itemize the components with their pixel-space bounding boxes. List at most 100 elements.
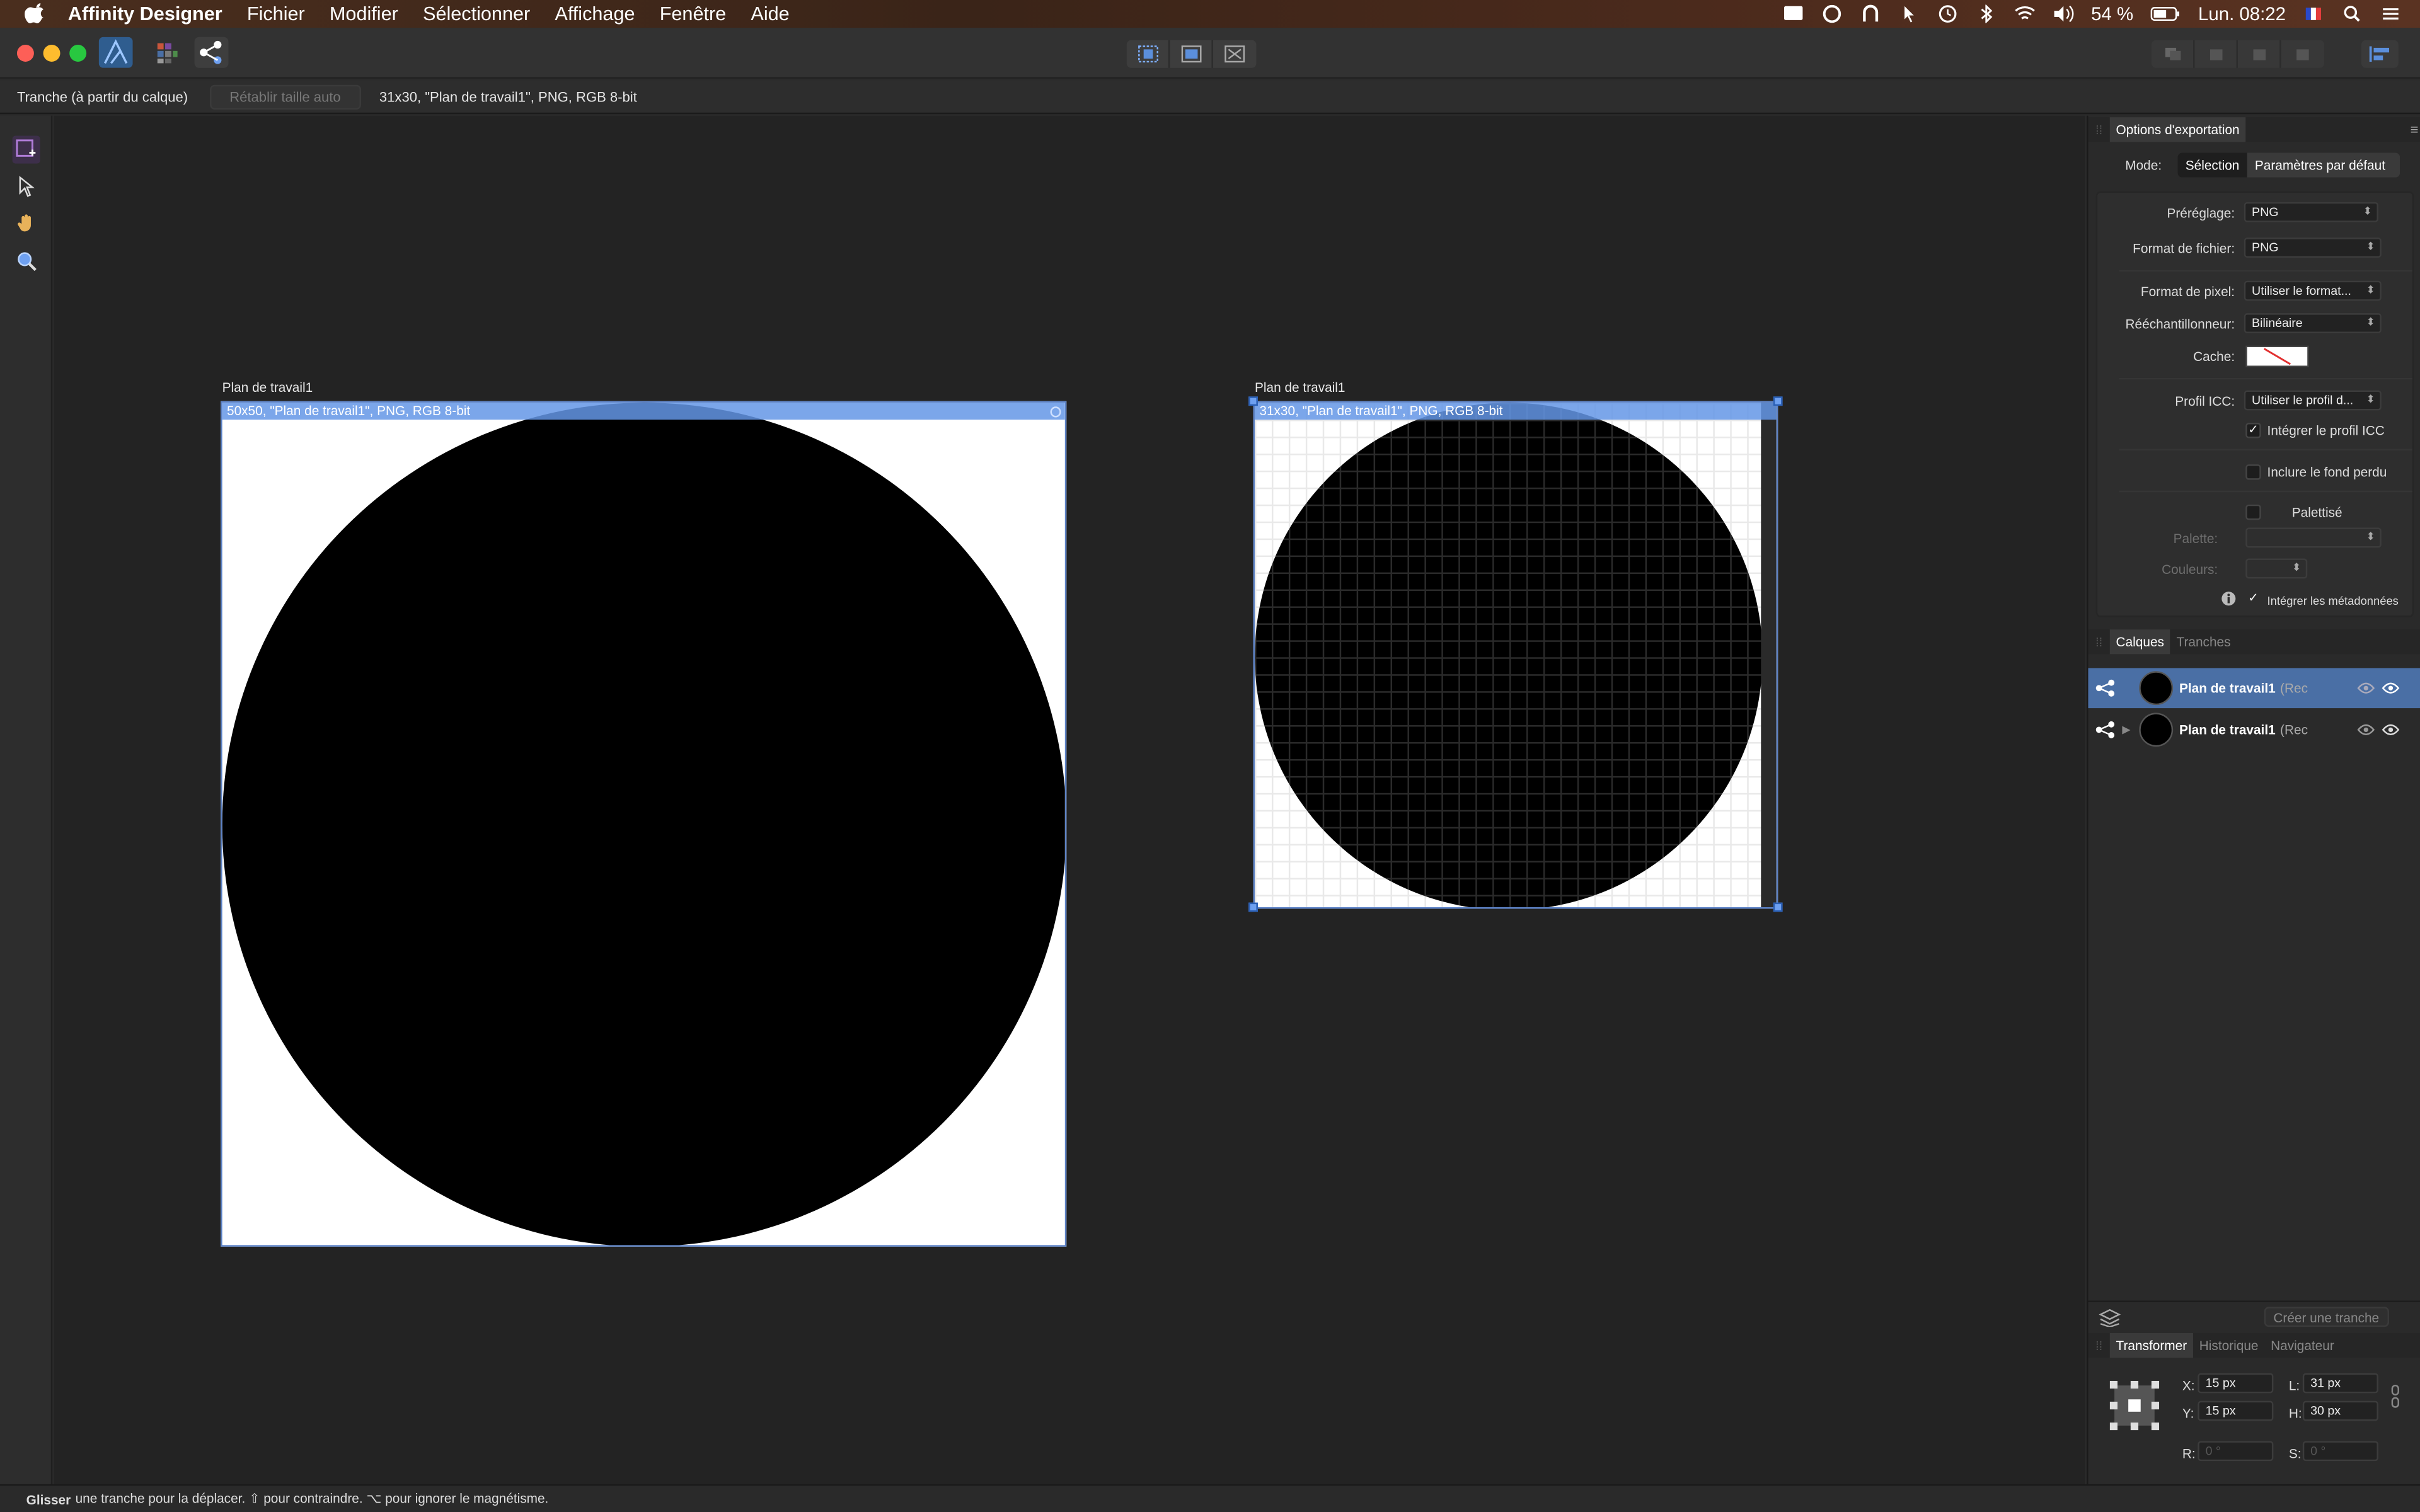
export-persona-icon[interactable] [194,37,229,68]
menu-window[interactable]: Fenêtre [660,3,727,25]
resize-handle-tl[interactable] [1248,396,1258,406]
artboard2[interactable]: 31x30, "Plan de travail1", PNG, RGB 8-bi… [1253,401,1778,909]
export-node-icon[interactable] [2094,679,2116,697]
circle-shape-2[interactable] [1255,403,1763,908]
visibility-eye-icon[interactable] [2357,682,2375,694]
resize-handle-tr[interactable] [1773,396,1783,406]
designer-persona-icon[interactable] [98,37,133,68]
arrange-back-icon[interactable] [2152,40,2195,68]
creative-cloud-icon[interactable] [1821,4,1843,23]
metadata-checkbox[interactable]: ✓ [2245,592,2261,607]
zoom-window-button[interactable] [69,45,87,62]
grip-icon[interactable]: ⁞⁞ [2088,635,2109,649]
pixel-view-icon[interactable] [1127,40,1170,68]
export-node-icon[interactable] [2094,721,2116,739]
visibility-eye-icon[interactable] [2382,682,2400,694]
pixel-format-select[interactable]: Utiliser le format... [2244,280,2382,301]
canvas[interactable]: Plan de travail1 50x50, "Plan de travail… [54,115,2085,1484]
grip-icon[interactable]: ⁞⁞ [2088,123,2109,137]
y-field[interactable]: 15 px [2198,1400,2274,1421]
icc-label: Profil ICC: [2175,393,2235,409]
menu-select[interactable]: Sélectionner [423,3,530,25]
outline-view-icon[interactable] [1213,40,1257,68]
bluetooth-icon[interactable] [1976,4,1997,23]
menu-app-name[interactable]: Affinity Designer [68,3,222,25]
visibility-eye-icon[interactable] [2357,724,2375,736]
layer-row[interactable]: Plan de travail1 (Rec [2088,668,2420,709]
mode-defaults-button[interactable]: Paramètres par défaut [2247,152,2400,178]
layer-expander-icon[interactable]: ▶ [2122,724,2135,736]
layer-row[interactable]: ▶ Plan de travail1 (Rec [2088,710,2420,750]
spotlight-icon[interactable] [2341,4,2363,23]
visibility-eye-icon[interactable] [2382,724,2400,736]
apple-icon[interactable] [25,3,46,25]
time-machine-icon[interactable] [1937,4,1958,23]
layers-stack-icon[interactable] [2099,1309,2121,1327]
artboard2-slice-bar[interactable]: 31x30, "Plan de travail1", PNG, RGB 8-bi… [1255,403,1777,420]
tab-layers[interactable]: Calques [2109,629,2170,655]
slice-export-icon[interactable] [1049,406,1062,418]
colors-stepper[interactable] [2245,558,2308,579]
tab-slices[interactable]: Tranches [2170,629,2237,654]
panel-menu-icon[interactable]: ≡ [2411,122,2419,137]
wifi-icon[interactable] [2014,4,2036,23]
mode-selection-button[interactable]: Sélection [2177,152,2247,178]
link-icon[interactable] [2390,1384,2400,1409]
arrange-forward-icon[interactable] [2238,40,2281,68]
x-field[interactable]: 15 px [2198,1373,2274,1394]
close-window-button[interactable] [16,45,34,62]
flag-fr-icon[interactable] [2303,4,2324,23]
icc-select[interactable]: Utiliser le profil d... [2244,390,2382,411]
matte-swatch[interactable] [2245,345,2309,367]
tab-navigator[interactable]: Navigateur [2264,1333,2340,1358]
menu-file[interactable]: Fichier [247,3,305,25]
battery-percent[interactable]: 54 % [2091,3,2133,25]
resize-handle-bl[interactable] [1248,902,1258,912]
tab-export-options[interactable]: Options d'exportation [2109,117,2246,142]
arrange-backward-icon[interactable] [2194,40,2238,68]
artboard1-slice-bar[interactable]: 50x50, "Plan de travail1", PNG, RGB 8-bi… [222,403,1065,420]
rotation-field[interactable]: 0 ° [2198,1441,2274,1462]
embed-icc-checkbox[interactable]: ✓ [2245,423,2261,438]
palette-select[interactable] [2245,527,2382,548]
pixel-persona-icon[interactable] [150,37,184,68]
hand-tool-icon[interactable] [13,210,40,238]
slice-tool-icon[interactable] [12,135,40,164]
grip-icon[interactable]: ⁞⁞ [2088,1338,2109,1352]
battery-icon[interactable] [2150,4,2181,23]
menu-help[interactable]: Aide [751,3,789,25]
arch-icon[interactable] [1860,4,1881,23]
menu-view[interactable]: Affichage [555,3,635,25]
info-icon[interactable] [2221,591,2236,606]
tab-history[interactable]: Historique [2193,1333,2264,1358]
control-center-icon[interactable] [2380,4,2401,23]
anchor-point-selector[interactable] [2109,1380,2160,1431]
zoom-tool-icon[interactable] [13,247,40,275]
move-tool-icon[interactable] [13,173,40,200]
resampler-select[interactable]: Bilinéaire [2244,313,2382,333]
embed-icc-label: Intégrer le profil ICC [2267,423,2385,438]
resize-handle-br[interactable] [1773,902,1783,912]
width-field[interactable]: 31 px [2302,1373,2378,1394]
tab-transform[interactable]: Transformer [2109,1332,2193,1358]
minimize-window-button[interactable] [43,45,60,62]
align-icon[interactable] [2361,40,2399,68]
palettised-checkbox[interactable] [2245,504,2261,520]
bleed-checkbox[interactable] [2245,464,2261,480]
create-slice-button[interactable]: Créer une tranche [2264,1307,2388,1327]
layer-name: Plan de travail1 [2179,680,2276,696]
retina-view-icon[interactable] [1170,40,1213,68]
volume-icon[interactable] [2053,4,2074,23]
clock[interactable]: Lun. 08:22 [2198,3,2286,25]
reset-auto-size-button[interactable]: Rétablir taille auto [209,84,361,109]
format-select[interactable]: PNG [2244,238,2382,258]
circle-shape[interactable] [222,403,1065,1246]
notification-icon[interactable] [1782,4,1804,23]
shear-field[interactable]: 0 ° [2302,1441,2378,1462]
menu-edit[interactable]: Modifier [330,3,398,25]
preset-select[interactable]: PNG [2244,202,2378,222]
arrange-front-icon[interactable] [2281,40,2325,68]
artboard1[interactable]: 50x50, "Plan de travail1", PNG, RGB 8-bi… [221,401,1067,1247]
cursor-icon[interactable] [1898,4,1920,23]
height-field[interactable]: 30 px [2302,1400,2378,1421]
